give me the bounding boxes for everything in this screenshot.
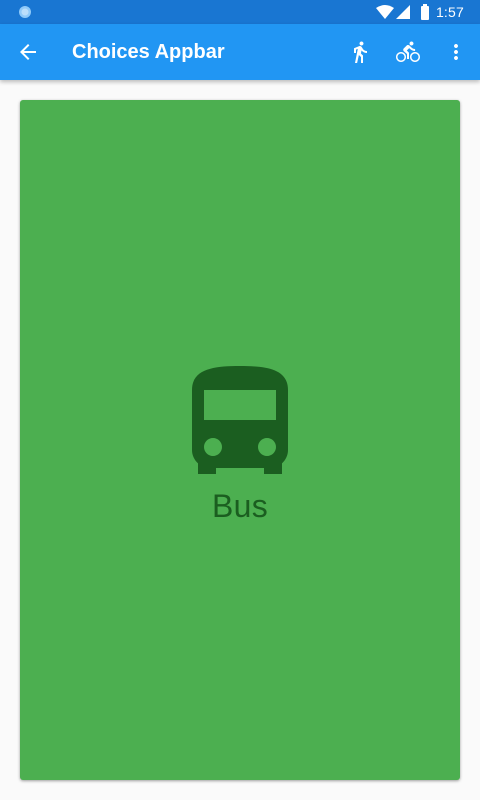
back-button[interactable] <box>4 28 52 76</box>
status-icons: 1:57 <box>375 0 464 24</box>
card-content: Bus <box>20 100 460 780</box>
walk-action-button[interactable] <box>336 28 384 76</box>
battery-icon <box>420 4 429 20</box>
bike-action-button[interactable] <box>384 28 432 76</box>
app-bar: Choices Appbar <box>0 24 480 80</box>
directions-bus-icon <box>192 365 288 474</box>
more-vert-icon <box>454 44 458 60</box>
directions-walk-icon <box>354 41 367 63</box>
choice-card: Bus <box>20 100 460 780</box>
directions-bike-icon <box>396 41 420 62</box>
page-title: Choices Appbar <box>72 41 225 63</box>
wifi-icon <box>375 5 394 19</box>
card-label: Bus <box>211 487 269 524</box>
status-bar: 1:57 <box>0 0 480 24</box>
arrow-back-icon <box>20 44 36 60</box>
cell-signal-icon <box>395 5 410 19</box>
status-time: 1:57 <box>435 4 464 20</box>
more-options-button[interactable] <box>432 28 480 76</box>
notification-dot-icon <box>19 6 31 18</box>
